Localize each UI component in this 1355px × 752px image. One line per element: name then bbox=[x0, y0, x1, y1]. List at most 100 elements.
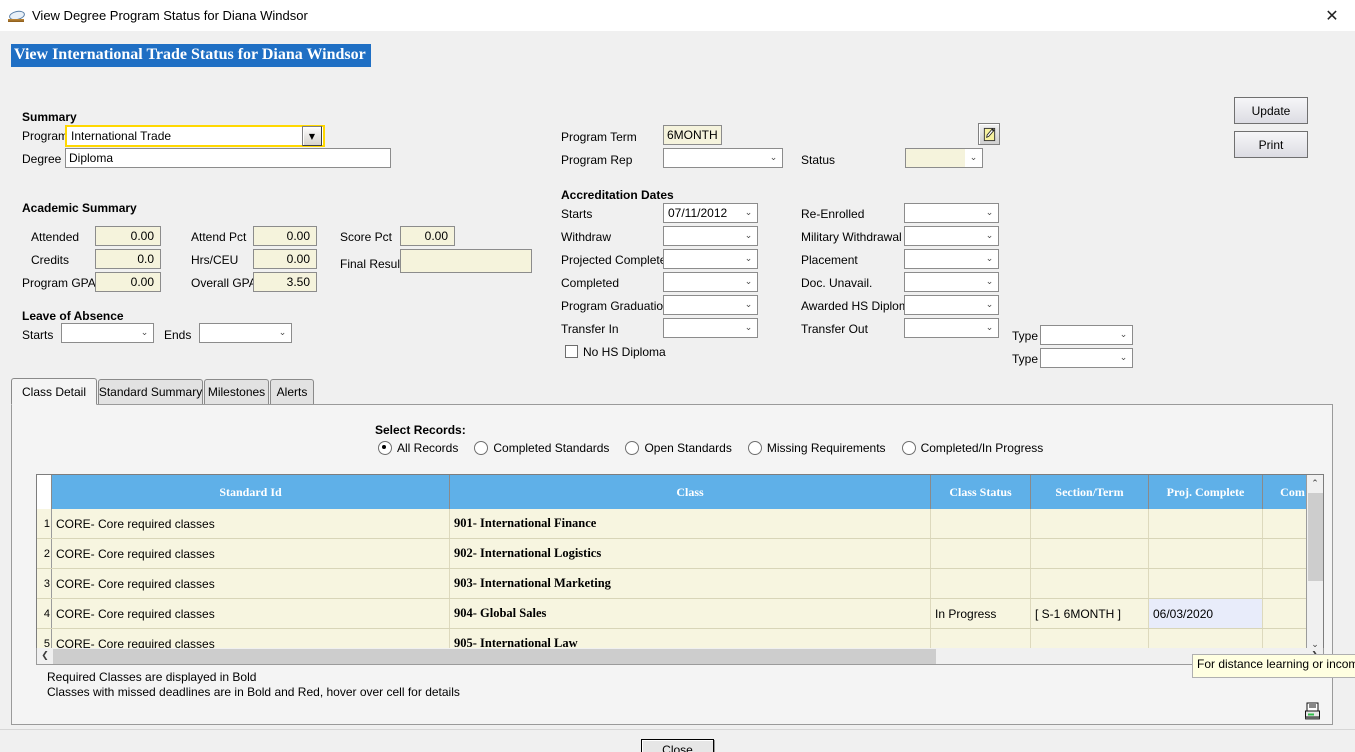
accr-left-combo-4[interactable]: ⌄ bbox=[663, 295, 758, 315]
chevron-down-icon: ⌄ bbox=[985, 208, 994, 218]
row-number: 3 bbox=[37, 569, 52, 598]
cell-section-term: [ S-1 6MONTH ] bbox=[1031, 599, 1149, 628]
radio-all-records[interactable] bbox=[378, 441, 392, 455]
radio-completed-in-progress[interactable] bbox=[901, 441, 916, 455]
table-row[interactable]: 1 CORE- Core required classes 901- Inter… bbox=[37, 509, 1323, 539]
tab-class-detail[interactable]: Class Detail bbox=[11, 378, 97, 405]
program-rep-combo[interactable]: ⌄ bbox=[663, 148, 783, 168]
chevron-down-icon: ⌄ bbox=[985, 254, 994, 264]
cell-section-term bbox=[1031, 509, 1149, 538]
degree-input[interactable] bbox=[65, 148, 391, 168]
accr-right-combo-1[interactable]: ⌄ bbox=[904, 226, 999, 246]
radio-completed-in-progress-label: Completed/In Progress bbox=[920, 441, 1044, 455]
leave-of-absence-group-label: Leave of Absence bbox=[22, 309, 124, 323]
attended-value: 0.00 bbox=[95, 226, 161, 246]
accr-right-combo-5[interactable]: ⌄ bbox=[904, 318, 999, 338]
accr-right-combo-0[interactable]: ⌄ bbox=[904, 203, 999, 223]
horizontal-scroll-thumb[interactable] bbox=[53, 648, 936, 664]
loa-starts-combo[interactable]: ⌄ bbox=[61, 323, 154, 343]
program-gpa-value: 0.00 bbox=[95, 272, 161, 292]
degree-label: Degree bbox=[22, 152, 62, 166]
chevron-down-icon: ⌄ bbox=[744, 277, 753, 287]
tab-standard-summary[interactable]: Standard Summary bbox=[98, 379, 203, 404]
loa-ends-combo[interactable]: ⌄ bbox=[199, 323, 292, 343]
program-label: Program bbox=[22, 129, 69, 143]
accr-left-combo-5[interactable]: ⌄ bbox=[663, 318, 758, 338]
accr-left-combo-2[interactable]: ⌄ bbox=[663, 249, 758, 269]
radio-completed-standards-label: Completed Standards bbox=[493, 441, 610, 455]
accr-left-label-5: Transfer In bbox=[561, 322, 619, 336]
attend-pct-label: Attend Pct bbox=[191, 230, 247, 244]
grid-col-class[interactable]: Class bbox=[450, 475, 931, 509]
page-title: View International Trade Status for Dian… bbox=[11, 44, 371, 67]
radio-completed-standards[interactable] bbox=[474, 441, 489, 455]
grid-header-row: Standard Id Class Class Status Section/T… bbox=[37, 475, 1323, 509]
table-row[interactable]: 2 CORE- Core required classes 902- Inter… bbox=[37, 539, 1323, 569]
radio-open-standards[interactable] bbox=[625, 441, 640, 455]
cell-class-status bbox=[931, 509, 1031, 538]
close-button[interactable]: Close bbox=[641, 739, 714, 752]
type1-combo[interactable]: ⌄ bbox=[1040, 325, 1133, 345]
table-row[interactable]: 4 CORE- Core required classes 904- Globa… bbox=[37, 599, 1323, 629]
accr-left-combo-3[interactable]: ⌄ bbox=[663, 272, 758, 292]
grid-col-proj-complete[interactable]: Proj. Complete bbox=[1149, 475, 1263, 509]
accr-left-combo-1[interactable]: ⌄ bbox=[663, 226, 758, 246]
program-term-label: Program Term bbox=[561, 130, 637, 144]
status-combo[interactable]: ⌄ bbox=[905, 148, 983, 168]
chevron-down-icon: ⌄ bbox=[744, 300, 753, 310]
accr-right-label-3: Doc. Unavail. bbox=[801, 276, 873, 290]
print-button[interactable]: Print bbox=[1234, 131, 1308, 158]
type2-label: Type bbox=[1012, 352, 1039, 366]
title-bar: View Degree Program Status for Diana Win… bbox=[0, 0, 1355, 32]
tab-alerts[interactable]: Alerts bbox=[270, 379, 314, 404]
grid-vertical-scrollbar[interactable]: ⌃ ⌄ bbox=[1306, 475, 1323, 653]
cell-proj-complete bbox=[1149, 539, 1263, 568]
no-hs-diploma-label: No HS Diploma bbox=[583, 345, 666, 359]
printer-icon-button[interactable] bbox=[1300, 698, 1326, 724]
loa-starts-label: Starts bbox=[22, 328, 54, 342]
grid-col-section-term[interactable]: Section/Term bbox=[1031, 475, 1149, 509]
chevron-down-icon: ⌄ bbox=[744, 231, 753, 241]
type2-combo[interactable]: ⌄ bbox=[1040, 348, 1133, 368]
printer-icon bbox=[1305, 702, 1320, 720]
grid-col-class-status[interactable]: Class Status bbox=[931, 475, 1031, 509]
close-icon[interactable]: ✕ bbox=[1309, 0, 1355, 31]
accr-left-label-3: Completed bbox=[561, 276, 620, 290]
accr-right-label-2: Placement bbox=[801, 253, 858, 267]
vertical-scroll-thumb[interactable] bbox=[1308, 493, 1323, 581]
attended-label: Attended bbox=[31, 230, 80, 244]
window-title: View Degree Program Status for Diana Win… bbox=[32, 8, 308, 23]
cell-class-status bbox=[931, 539, 1031, 568]
cell-section-term bbox=[1031, 569, 1149, 598]
grid-col-standard-id[interactable]: Standard Id bbox=[52, 475, 450, 509]
accr-right-combo-4[interactable]: ⌄ bbox=[904, 295, 999, 315]
accr-right-combo-2[interactable]: ⌄ bbox=[904, 249, 999, 269]
grid-horizontal-scrollbar[interactable]: ❮ ❯ bbox=[36, 648, 1324, 665]
accr-right-label-0: Re-Enrolled bbox=[801, 207, 865, 221]
accr-left-combo-0[interactable]: 07/11/2012 ⌄ bbox=[663, 203, 758, 223]
chevron-down-icon: ⌄ bbox=[744, 208, 753, 218]
scroll-up-icon[interactable]: ⌃ bbox=[1307, 475, 1323, 492]
update-button[interactable]: Update bbox=[1234, 97, 1308, 124]
app-window: View Degree Program Status for Diana Win… bbox=[0, 0, 1355, 752]
program-combo[interactable]: International Trade ▼ bbox=[65, 125, 325, 147]
cell-standard-id: CORE- Core required classes bbox=[52, 599, 450, 628]
chevron-down-icon: ⌄ bbox=[969, 153, 978, 163]
final-result-value bbox=[400, 249, 532, 273]
row-number: 1 bbox=[37, 509, 52, 538]
scroll-left-icon[interactable]: ❮ bbox=[37, 649, 53, 664]
note-edit-icon-button[interactable] bbox=[978, 123, 1000, 145]
radio-missing-requirements-label: Missing Requirements bbox=[766, 441, 886, 455]
no-hs-diploma-checkbox[interactable] bbox=[565, 345, 578, 358]
radio-missing-requirements[interactable] bbox=[747, 441, 762, 455]
program-gpa-label: Program GPA bbox=[22, 276, 96, 290]
cell-proj-complete: 06/03/2020 bbox=[1149, 599, 1263, 628]
cell-class-status: In Progress bbox=[931, 599, 1031, 628]
cell-standard-id: CORE- Core required classes bbox=[52, 539, 450, 568]
tab-milestones[interactable]: Milestones bbox=[204, 379, 269, 404]
class-detail-grid[interactable]: Standard Id Class Class Status Section/T… bbox=[36, 474, 1324, 654]
accr-right-combo-3[interactable]: ⌄ bbox=[904, 272, 999, 292]
table-row[interactable]: 3 CORE- Core required classes 903- Inter… bbox=[37, 569, 1323, 599]
row-number: 2 bbox=[37, 539, 52, 568]
window-content: View International Trade Status for Dian… bbox=[0, 31, 1355, 752]
